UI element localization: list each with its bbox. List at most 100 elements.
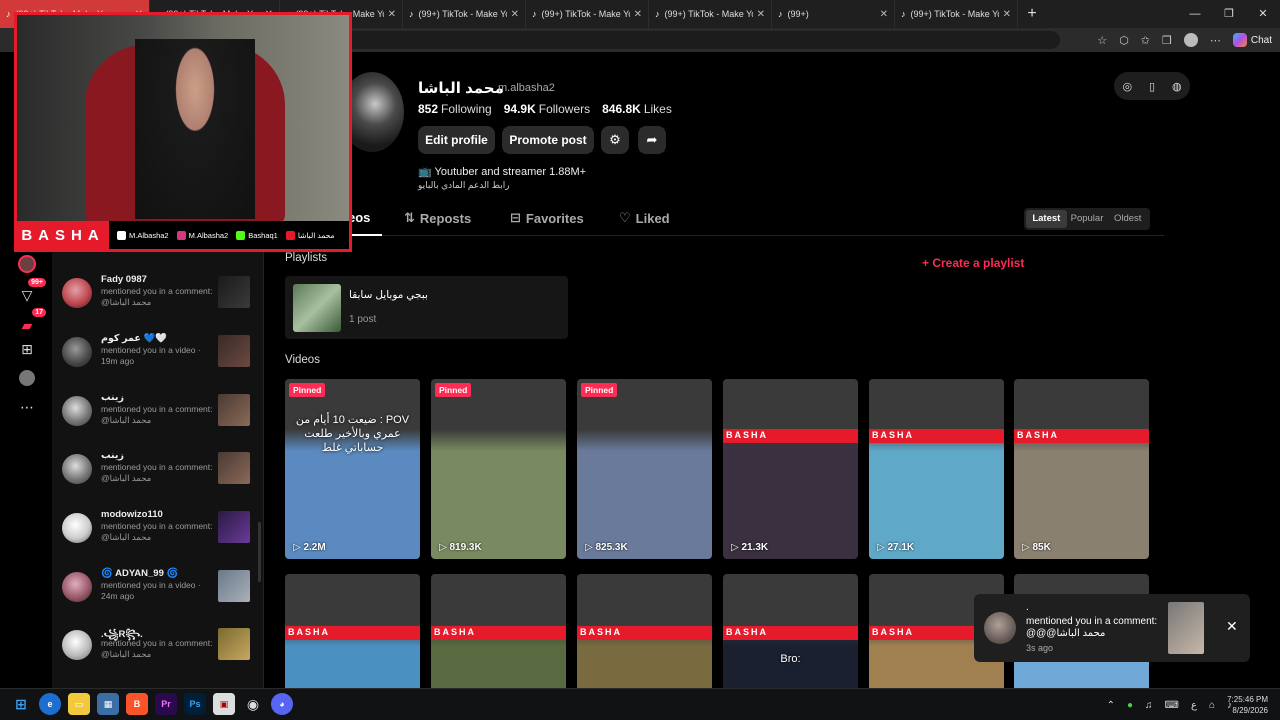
close-icon[interactable]: ✕	[757, 9, 765, 20]
avatar	[62, 278, 92, 308]
avatar	[62, 337, 92, 367]
share-icon[interactable]: ➦	[638, 126, 666, 154]
brave-icon[interactable]: B	[126, 693, 148, 715]
sort-latest[interactable]: Latest	[1026, 210, 1067, 228]
tab-liked[interactable]: ♡ Liked	[619, 210, 670, 226]
close-icon[interactable]: ✕	[388, 9, 396, 20]
notification-item[interactable]: 🌀 ADYAN_99 🌀 mentioned you in a video · …	[60, 568, 258, 618]
store-icon[interactable]: ▦	[97, 693, 119, 715]
following-stat[interactable]: 852 Following	[418, 102, 492, 116]
sort-popular[interactable]: Popular	[1067, 210, 1108, 228]
messages-nav-icon[interactable]: ▽ 99+	[16, 278, 46, 306]
file-explorer-icon[interactable]: ▭	[68, 693, 90, 715]
obs-icon[interactable]: ◉	[242, 693, 264, 715]
playlist-card[interactable]: ببجي موبايل سابقا 1 post	[285, 276, 568, 339]
edge-icon[interactable]: e	[39, 693, 61, 715]
notification-item[interactable]: زينب mentioned you in a comment: @محمد ا…	[60, 450, 258, 500]
avatar-nav-icon[interactable]	[16, 367, 38, 389]
browser-tab[interactable]: ♪(99+) TikTok - Make Your✕	[649, 0, 772, 28]
windows-taskbar: ⊞ e ▭ ▦ B Pr Ps ▣ ◉ ◕ ⌃ ● ♫ ⌨ ع ⌂ ♪ 7:25…	[0, 688, 1280, 720]
video-card[interactable]: BASHA ▷ 27.1K	[869, 379, 1004, 559]
kick-icon	[236, 230, 246, 240]
more-icon[interactable]: ⋯	[1210, 34, 1221, 47]
sort-oldest[interactable]: Oldest	[1107, 210, 1148, 228]
notification-thumbnail[interactable]	[218, 276, 250, 308]
close-icon[interactable]: ✕	[1226, 618, 1238, 635]
create-playlist-button[interactable]: + Create a playlist	[922, 256, 1024, 270]
followers-stat[interactable]: 94.9K Followers	[504, 102, 590, 116]
notification-thumbnail[interactable]	[218, 335, 250, 367]
language-indicator[interactable]: ع	[1191, 700, 1197, 711]
discord-icon[interactable]: ◕	[271, 693, 293, 715]
close-icon[interactable]: ✕	[1003, 9, 1011, 20]
mention-toast[interactable]: . mentioned you in a comment: @@@محمد ال…	[974, 594, 1250, 662]
tab-reposts[interactable]: ⇅ Reposts	[404, 210, 471, 226]
browser-tab[interactable]: ♪(99+) TikTok - Make Your✕	[403, 0, 526, 28]
capture-icon[interactable]: ▣	[213, 693, 235, 715]
scrollbar[interactable]	[258, 522, 261, 582]
chevron-up-icon[interactable]: ⌃	[1107, 700, 1115, 711]
video-card[interactable]: Pinned POV : ضيعت 10 أيام من عمري وبالأخي…	[285, 379, 420, 559]
minimize-icon[interactable]: —	[1178, 0, 1212, 28]
network-icon[interactable]: ⌂	[1209, 700, 1215, 711]
video-card[interactable]: Pinned ▷ 825.3K	[577, 379, 712, 559]
browser-tab[interactable]: ♪ (99+) ✕	[772, 0, 895, 28]
favorite-star-icon[interactable]: ☆	[1097, 34, 1107, 47]
tiktok-icon: ♪	[409, 9, 414, 19]
youtube-handle: محمد الباشا	[285, 230, 335, 240]
video-card[interactable]: BASHA ▷ 85K	[1014, 379, 1149, 559]
video-card[interactable]: BASHA	[431, 574, 566, 688]
microphone-icon[interactable]: ♫	[1145, 700, 1153, 711]
taskbar-clock[interactable]: 7:25:46 PM 8/29/2026	[1227, 694, 1268, 716]
video-card[interactable]: BASHA	[285, 574, 420, 688]
tab-favorites[interactable]: ⊟ Favorites	[510, 210, 584, 226]
browser-tab[interactable]: ♪(99+) TikTok - Make Your✕	[526, 0, 649, 28]
extensions-icon[interactable]: ⬡	[1119, 34, 1129, 47]
video-card[interactable]: BASHA ▷ 21.3K	[723, 379, 858, 559]
profile-bio-link[interactable]: رابط الدعم المادي بالبايو	[418, 180, 510, 191]
collections-icon[interactable]: ❒	[1162, 34, 1172, 47]
notification-item[interactable]: عمر كوم 💙🤍 mentioned you in a video · 19…	[60, 333, 258, 383]
premiere-icon[interactable]: Pr	[155, 693, 177, 715]
copilot-icon	[1232, 33, 1247, 47]
inbox-nav-icon[interactable]: ▰ 17	[16, 308, 46, 336]
notification-thumbnail[interactable]	[218, 394, 250, 426]
phone-icon[interactable]: ▯	[1149, 80, 1155, 93]
close-window-icon[interactable]: ✕	[1246, 0, 1280, 28]
browser-tab[interactable]: ♪(99+) TikTok - Make Your✕	[895, 0, 1018, 28]
notification-item[interactable]: .꧁R꧂. mentioned you in a comment: @محمد …	[60, 626, 258, 676]
profile-nav-icon[interactable]	[16, 253, 38, 275]
notification-thumbnail[interactable]	[218, 570, 250, 602]
notification-thumbnail[interactable]	[218, 628, 250, 660]
profile-avatar-icon[interactable]	[1183, 33, 1198, 47]
settings-gear-icon[interactable]: ⚙	[601, 126, 629, 154]
notification-item[interactable]: Fady 0987 mentioned you in a comment: @م…	[60, 274, 258, 324]
promote-post-button[interactable]: Promote post	[502, 126, 594, 154]
upload-icon[interactable]: ⊞	[16, 338, 38, 360]
close-icon[interactable]: ✕	[634, 9, 642, 20]
video-card[interactable]: Pinned ▷ 819.3K	[431, 379, 566, 559]
notification-thumbnail[interactable]	[218, 511, 250, 543]
view-count: ▷ 825.3K	[585, 542, 628, 553]
keyboard-icon[interactable]: ⌨	[1165, 700, 1179, 711]
notification-item[interactable]: زينب mentioned you in a comment: @محمد ا…	[60, 392, 258, 442]
globe-icon[interactable]: ◍	[1172, 80, 1182, 93]
video-card[interactable]: BASHA Bro:	[723, 574, 858, 688]
favorites-icon[interactable]: ✩	[1141, 34, 1150, 47]
restore-icon[interactable]: ❐	[1212, 0, 1246, 28]
edit-profile-button[interactable]: Edit profile	[418, 126, 495, 154]
close-icon[interactable]: ✕	[511, 9, 519, 20]
notification-item[interactable]: modowizo110 mentioned you in a comment: …	[60, 509, 258, 559]
notification-thumbnail[interactable]	[218, 452, 250, 484]
video-card[interactable]: BASHA	[577, 574, 712, 688]
close-icon[interactable]: ✕	[880, 9, 888, 20]
tray-app-icon[interactable]: ●	[1127, 700, 1133, 711]
compass-icon[interactable]: ◎	[1122, 80, 1132, 93]
tiktok-icon	[117, 230, 126, 240]
url-field[interactable]	[340, 31, 1060, 49]
more-nav-icon[interactable]: ⋯	[16, 396, 38, 418]
new-tab-button[interactable]: +	[1018, 5, 1046, 23]
copilot-chat-button[interactable]: Chat	[1232, 33, 1272, 47]
photoshop-icon[interactable]: Ps	[184, 693, 206, 715]
windows-start-icon[interactable]: ⊞	[10, 693, 32, 715]
